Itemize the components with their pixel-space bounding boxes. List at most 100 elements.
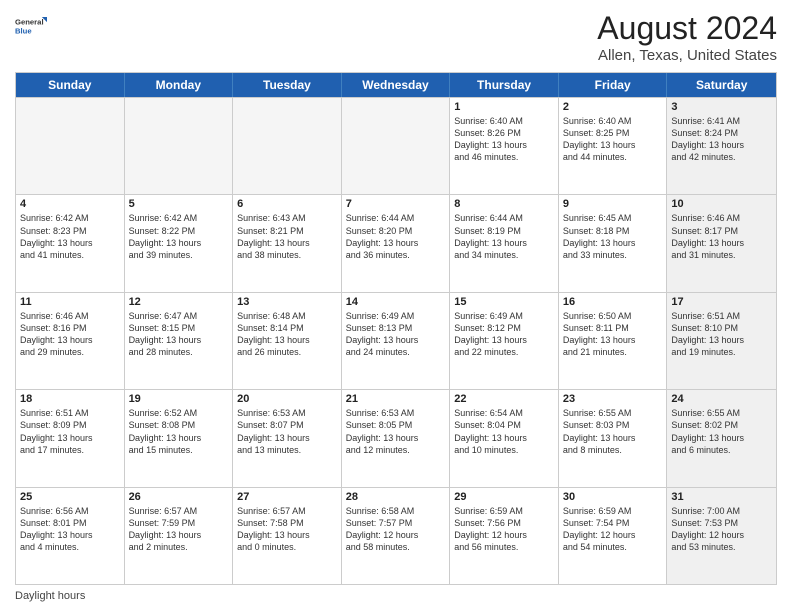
day-info: Sunrise: 6:49 AM Sunset: 8:12 PM Dayligh… [454, 310, 554, 359]
day-number: 23 [563, 393, 663, 405]
day-number: 29 [454, 491, 554, 503]
day-number: 4 [20, 198, 120, 210]
header-day-saturday: Saturday [667, 73, 776, 97]
footer: Daylight hours [15, 590, 777, 602]
day-info: Sunrise: 6:56 AM Sunset: 8:01 PM Dayligh… [20, 505, 120, 554]
empty-cell [125, 98, 234, 194]
day-number: 26 [129, 491, 229, 503]
day-number: 17 [671, 296, 772, 308]
day-info: Sunrise: 6:55 AM Sunset: 8:03 PM Dayligh… [563, 407, 663, 456]
logo: General Blue [15, 10, 47, 42]
day-cell-4: 4 Sunrise: 6:42 AM Sunset: 8:23 PM Daylig… [16, 195, 125, 291]
day-cell-13: 13Sunrise: 6:48 AM Sunset: 8:14 PM Dayli… [233, 293, 342, 389]
svg-text:General: General [15, 18, 44, 27]
day-cell-31: 31Sunrise: 7:00 AM Sunset: 7:53 PM Dayli… [667, 488, 776, 584]
calendar-row-4: 25 Sunrise: 6:56 AM Sunset: 8:01 PM Dayli… [16, 487, 776, 584]
empty-cell [233, 98, 342, 194]
calendar-row-3: 18 Sunrise: 6:51 AM Sunset: 8:09 PM Dayli… [16, 389, 776, 486]
day-cell-5: 5 Sunrise: 6:42 AM Sunset: 8:22 PM Daylig… [125, 195, 234, 291]
empty-cell [16, 98, 125, 194]
day-number: 6 [237, 198, 337, 210]
day-cell-8: 8Sunrise: 6:44 AM Sunset: 8:19 PM Daylig… [450, 195, 559, 291]
day-number: 25 [20, 491, 120, 503]
calendar-title: August 2024 [597, 10, 777, 47]
day-number: 13 [237, 296, 337, 308]
day-number: 1 [454, 101, 554, 113]
day-cell-19: 19 Sunrise: 6:52 AM Sunset: 8:08 PM Dayli… [125, 390, 234, 486]
day-number: 21 [346, 393, 446, 405]
day-info: Sunrise: 6:51 AM Sunset: 8:09 PM Dayligh… [20, 407, 120, 456]
day-info: Sunrise: 7:00 AM Sunset: 7:53 PM Dayligh… [671, 505, 772, 554]
title-block: August 2024 Allen, Texas, United States [597, 10, 777, 64]
day-info: Sunrise: 6:41 AM Sunset: 8:24 PM Dayligh… [671, 115, 772, 164]
day-number: 3 [671, 101, 772, 113]
day-info: Sunrise: 6:57 AM Sunset: 7:59 PM Dayligh… [129, 505, 229, 554]
calendar-subtitle: Allen, Texas, United States [597, 47, 777, 64]
day-info: Sunrise: 6:57 AM Sunset: 7:58 PM Dayligh… [237, 505, 337, 554]
day-number: 15 [454, 296, 554, 308]
day-cell-22: 22Sunrise: 6:54 AM Sunset: 8:04 PM Dayli… [450, 390, 559, 486]
day-cell-25: 25 Sunrise: 6:56 AM Sunset: 8:01 PM Dayli… [16, 488, 125, 584]
day-cell-2: 2Sunrise: 6:40 AM Sunset: 8:25 PM Daylig… [559, 98, 668, 194]
day-cell-21: 21Sunrise: 6:53 AM Sunset: 8:05 PM Dayli… [342, 390, 451, 486]
day-cell-26: 26 Sunrise: 6:57 AM Sunset: 7:59 PM Dayli… [125, 488, 234, 584]
day-number: 7 [346, 198, 446, 210]
header-day-sunday: Sunday [16, 73, 125, 97]
day-info: Sunrise: 6:40 AM Sunset: 8:25 PM Dayligh… [563, 115, 663, 164]
footer-text: Daylight hours [15, 590, 85, 602]
day-info: Sunrise: 6:50 AM Sunset: 8:11 PM Dayligh… [563, 310, 663, 359]
day-cell-9: 9Sunrise: 6:45 AM Sunset: 8:18 PM Daylig… [559, 195, 668, 291]
day-info: Sunrise: 6:53 AM Sunset: 8:07 PM Dayligh… [237, 407, 337, 456]
calendar-body: 1 Sunrise: 6:40 AM Sunset: 8:26 PM Daylig… [16, 97, 776, 584]
day-info: Sunrise: 6:51 AM Sunset: 8:10 PM Dayligh… [671, 310, 772, 359]
day-info: Sunrise: 6:43 AM Sunset: 8:21 PM Dayligh… [237, 212, 337, 261]
day-cell-17: 17 Sunrise: 6:51 AM Sunset: 8:10 PM Dayli… [667, 293, 776, 389]
day-info: Sunrise: 6:40 AM Sunset: 8:26 PM Dayligh… [454, 115, 554, 164]
day-info: Sunrise: 6:42 AM Sunset: 8:23 PM Dayligh… [20, 212, 120, 261]
day-info: Sunrise: 6:49 AM Sunset: 8:13 PM Dayligh… [346, 310, 446, 359]
day-info: Sunrise: 6:54 AM Sunset: 8:04 PM Dayligh… [454, 407, 554, 456]
calendar-row-0: 1 Sunrise: 6:40 AM Sunset: 8:26 PM Daylig… [16, 97, 776, 194]
day-number: 30 [563, 491, 663, 503]
day-cell-18: 18 Sunrise: 6:51 AM Sunset: 8:09 PM Dayli… [16, 390, 125, 486]
day-number: 20 [237, 393, 337, 405]
day-number: 24 [671, 393, 772, 405]
day-cell-12: 12Sunrise: 6:47 AM Sunset: 8:15 PM Dayli… [125, 293, 234, 389]
day-cell-11: 11 Sunrise: 6:46 AM Sunset: 8:16 PM Dayli… [16, 293, 125, 389]
calendar-header: SundayMondayTuesdayWednesdayThursdayFrid… [16, 73, 776, 97]
calendar: SundayMondayTuesdayWednesdayThursdayFrid… [15, 72, 777, 585]
day-number: 28 [346, 491, 446, 503]
day-cell-10: 10 Sunrise: 6:46 AM Sunset: 8:17 PM Dayli… [667, 195, 776, 291]
day-cell-27: 27 Sunrise: 6:57 AM Sunset: 7:58 PM Dayli… [233, 488, 342, 584]
day-number: 10 [671, 198, 772, 210]
day-info: Sunrise: 6:44 AM Sunset: 8:20 PM Dayligh… [346, 212, 446, 261]
empty-cell [342, 98, 451, 194]
calendar-row-2: 11 Sunrise: 6:46 AM Sunset: 8:16 PM Dayli… [16, 292, 776, 389]
day-info: Sunrise: 6:42 AM Sunset: 8:22 PM Dayligh… [129, 212, 229, 261]
header-day-friday: Friday [559, 73, 668, 97]
day-number: 18 [20, 393, 120, 405]
day-number: 5 [129, 198, 229, 210]
day-info: Sunrise: 6:46 AM Sunset: 8:16 PM Dayligh… [20, 310, 120, 359]
header-day-thursday: Thursday [450, 73, 559, 97]
day-cell-20: 20 Sunrise: 6:53 AM Sunset: 8:07 PM Dayli… [233, 390, 342, 486]
day-cell-14: 14 Sunrise: 6:49 AM Sunset: 8:13 PM Dayli… [342, 293, 451, 389]
day-number: 27 [237, 491, 337, 503]
header-day-tuesday: Tuesday [233, 73, 342, 97]
day-cell-6: 6 Sunrise: 6:43 AM Sunset: 8:21 PM Daylig… [233, 195, 342, 291]
day-info: Sunrise: 6:46 AM Sunset: 8:17 PM Dayligh… [671, 212, 772, 261]
day-number: 19 [129, 393, 229, 405]
day-number: 9 [563, 198, 663, 210]
day-info: Sunrise: 6:59 AM Sunset: 7:54 PM Dayligh… [563, 505, 663, 554]
day-number: 11 [20, 296, 120, 308]
logo-svg: General Blue [15, 10, 47, 42]
day-number: 16 [563, 296, 663, 308]
day-cell-24: 24 Sunrise: 6:55 AM Sunset: 8:02 PM Dayli… [667, 390, 776, 486]
calendar-row-1: 4 Sunrise: 6:42 AM Sunset: 8:23 PM Daylig… [16, 194, 776, 291]
day-cell-30: 30 Sunrise: 6:59 AM Sunset: 7:54 PM Dayli… [559, 488, 668, 584]
day-info: Sunrise: 6:47 AM Sunset: 8:15 PM Dayligh… [129, 310, 229, 359]
header-day-monday: Monday [125, 73, 234, 97]
day-info: Sunrise: 6:55 AM Sunset: 8:02 PM Dayligh… [671, 407, 772, 456]
day-info: Sunrise: 6:52 AM Sunset: 8:08 PM Dayligh… [129, 407, 229, 456]
day-number: 14 [346, 296, 446, 308]
